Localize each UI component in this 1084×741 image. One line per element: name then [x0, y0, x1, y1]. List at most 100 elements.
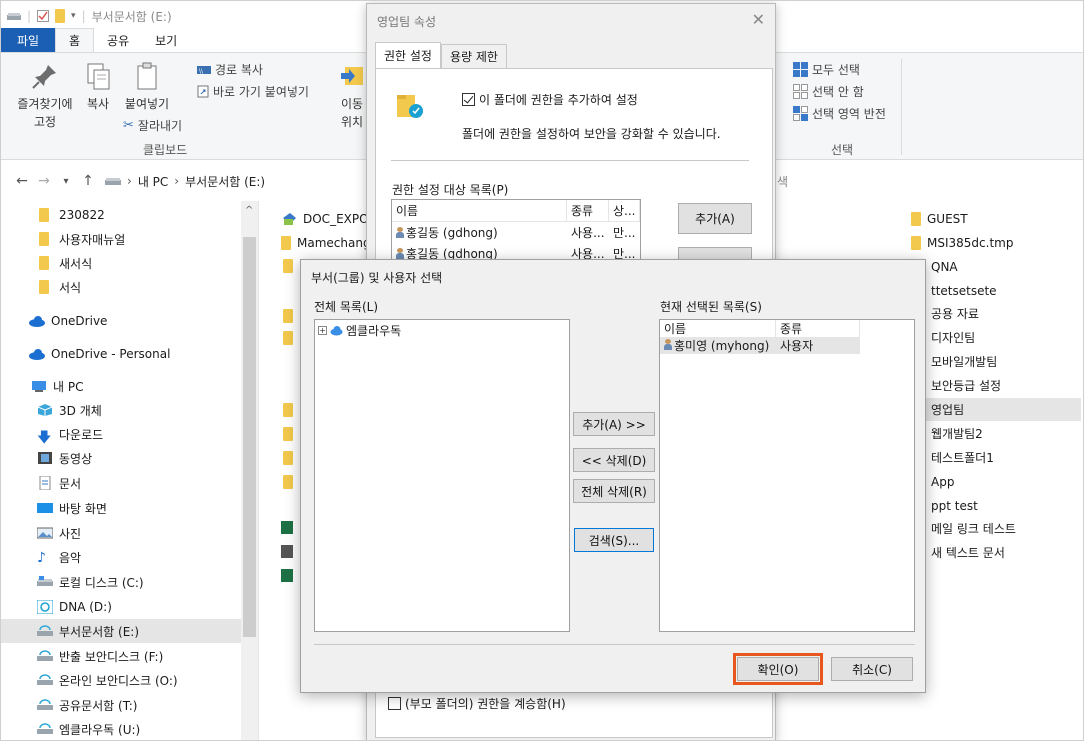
nav-scrollbar[interactable]: ^	[241, 201, 258, 740]
nav-item-online-disk-o[interactable]: 온라인 보안디스크 (O:)	[1, 668, 241, 692]
copy-button[interactable]: 복사	[81, 61, 115, 113]
network-drive-icon	[37, 650, 53, 661]
picture-icon	[37, 527, 53, 539]
invert-selection-button[interactable]: 선택 영역 반전	[793, 105, 886, 122]
add-to-selection-button[interactable]: 추가(A) >>	[573, 412, 655, 436]
add-permission-option[interactable]: 이 폴더에 권한을 추가하여 설정	[462, 91, 638, 108]
list-item-app[interactable]: App	[911, 470, 1081, 493]
nav-item-dna-d[interactable]: DNA (D:)	[1, 595, 241, 619]
paste-shortcut-button[interactable]: 바로 가기 붙여넣기	[197, 83, 309, 100]
nav-item-downloads[interactable]: 🡇 다운로드	[1, 422, 241, 447]
tab-permission[interactable]: 권한 설정	[375, 42, 441, 68]
tab-quota[interactable]: 용량 제한	[440, 44, 507, 68]
breadcrumb-my-pc[interactable]: 내 PC	[138, 173, 168, 190]
new-folder-icon[interactable]	[55, 9, 66, 23]
list-item-guest[interactable]: GUEST	[911, 207, 1081, 230]
nav-item-export-disk-f[interactable]: 반출 보안디스크 (F:)	[1, 644, 241, 668]
nav-item-pictures[interactable]: 사진	[1, 521, 241, 545]
list-item[interactable]: DOC_EXPOR	[281, 208, 377, 230]
list-item-ttetsetsete[interactable]: ttetsetsete	[911, 279, 1081, 302]
list-item-security-level[interactable]: 보안등급 설정	[911, 374, 1081, 397]
nav-item-mcloudoc-u[interactable]: 엠클라우독 (U:)	[1, 717, 241, 740]
back-arrow-icon[interactable]: ←	[11, 173, 33, 189]
pin-quick-access-button[interactable]: 즐겨찾기에 고정	[11, 61, 79, 131]
ok-button[interactable]: 확인(O)	[733, 653, 823, 685]
copy-path-button[interactable]: \\ 경로 복사	[197, 61, 263, 78]
cut-button[interactable]: ✂ 잘라내기	[123, 117, 182, 134]
column-name[interactable]: 이름	[392, 200, 567, 221]
selected-list[interactable]: 이름 종류 홍미영 (myhong) 사용자	[659, 319, 915, 632]
nav-item-music[interactable]: ♪ 음악	[1, 545, 241, 569]
nav-item-shared-docs-t[interactable]: 공유문서함 (T:)	[1, 693, 241, 717]
properties-check-icon[interactable]	[37, 10, 50, 22]
nav-item-onedrive[interactable]: OneDrive	[1, 309, 241, 333]
nav-scrollbar-thumb[interactable]	[243, 237, 256, 637]
all-list-tree[interactable]: + 엠클라우독	[314, 319, 570, 632]
nav-item-onedrive-personal[interactable]: OneDrive - Personal	[1, 342, 241, 366]
nav-item-my-pc[interactable]: 내 PC	[1, 374, 241, 398]
clipboard-icon	[137, 62, 157, 90]
list-item-web-team2[interactable]: 웹개발팀2	[911, 422, 1081, 445]
drive-icon	[105, 178, 121, 185]
list-item-mail-link-test[interactable]: 메일 링크 테스트	[911, 517, 1081, 540]
list-item-new-text-doc[interactable]: 새 텍스트 문서	[911, 541, 1081, 564]
nav-item-desktop[interactable]: 바탕 화면	[1, 496, 241, 520]
list-item-msi-tmp[interactable]: MSI385dc.tmp	[911, 231, 1081, 254]
tab-view[interactable]: 보기	[142, 28, 190, 52]
tree-expand-icon[interactable]: +	[318, 326, 327, 335]
list-item[interactable]: Mamechang	[281, 232, 371, 254]
tab-share[interactable]: 공유	[94, 28, 142, 52]
nav-item-documents[interactable]: 문서	[1, 471, 241, 495]
nav-item-manual[interactable]: 사용자매뉴얼	[1, 227, 241, 251]
list-item-sales-team[interactable]: 영업팀	[901, 398, 1081, 421]
breadcrumb-drive[interactable]: 부서문서함 (E:)	[185, 173, 265, 190]
list-item-mobile-team[interactable]: 모바일개발팀	[911, 350, 1081, 373]
move-to-button[interactable]: 이동 위치	[339, 61, 365, 131]
add-permission-checkbox[interactable]	[462, 93, 475, 106]
inherit-permission-option[interactable]: (부모 폴더의) 권한을 계승함(H)	[388, 695, 566, 712]
close-icon[interactable]: ✕	[752, 10, 765, 29]
column-type[interactable]: 종류	[567, 200, 609, 221]
nav-item-230822[interactable]: 230822	[1, 203, 241, 227]
separator	[391, 160, 749, 161]
nav-item-local-disk-c[interactable]: 로컬 디스크 (C:)	[1, 570, 241, 594]
remove-from-selection-button[interactable]: << 삭제(D)	[573, 448, 655, 472]
nav-item-dept-docs-e[interactable]: 부서문서함 (E:)	[1, 619, 241, 643]
list-item-ppt-test[interactable]: ppt test	[911, 494, 1081, 517]
select-dialog-title: 부서(그룹) 및 사용자 선택	[311, 271, 443, 285]
recent-dropdown-icon[interactable]: ▾	[55, 176, 77, 187]
table-row[interactable]: 홍길동 (gdhong) 사용... 만...	[392, 222, 640, 243]
inherit-permission-checkbox[interactable]	[388, 697, 401, 710]
nav-item-new-form[interactable]: 새서식	[1, 251, 241, 275]
breadcrumb[interactable]: › 내 PC › 부서문서함 (E:)	[105, 173, 265, 190]
select-group-label: 선택	[831, 143, 854, 157]
scroll-up-icon[interactable]: ^	[245, 205, 253, 216]
tab-file[interactable]: 파일	[1, 28, 55, 52]
cancel-button[interactable]: 취소(C)	[831, 657, 913, 681]
paste-button[interactable]: 붙여넣기	[119, 61, 175, 113]
search-button[interactable]: 검색(S)...	[574, 528, 654, 552]
up-arrow-icon[interactable]: ↑	[77, 173, 99, 189]
forward-arrow-icon[interactable]: →	[33, 173, 55, 189]
column-name[interactable]: 이름	[660, 320, 776, 337]
column-status[interactable]: 상...	[609, 200, 640, 221]
list-item-design-team[interactable]: 디자인팀	[911, 326, 1081, 349]
list-item-test-folder1[interactable]: 테스트폴더1	[911, 446, 1081, 469]
search-box-hint[interactable]: 색	[777, 173, 788, 190]
add-permission-button[interactable]: 추가(A)	[678, 203, 752, 234]
table-row[interactable]: 홍미영 (myhong) 사용자	[660, 337, 860, 354]
quick-access-dropdown-icon[interactable]: ▾	[71, 11, 76, 21]
nav-item-form[interactable]: 서식	[1, 275, 241, 299]
folder-icon	[39, 208, 49, 222]
list-item-qna[interactable]: QNA	[911, 255, 1081, 278]
column-type[interactable]: 종류	[776, 320, 860, 337]
tab-home[interactable]: 홈	[55, 28, 95, 52]
permission-description: 폴더에 권한을 설정하여 보안을 강화할 수 있습니다.	[462, 127, 721, 141]
list-item-shared-data[interactable]: 공용 자료	[911, 302, 1081, 325]
select-none-button[interactable]: 선택 안 함	[793, 83, 864, 100]
tree-root-node[interactable]: + 엠클라우독	[318, 322, 401, 339]
nav-item-3d[interactable]: 3D 개체	[1, 398, 241, 422]
nav-item-videos[interactable]: 동영상	[1, 446, 241, 470]
remove-all-button[interactable]: 전체 삭제(R)	[573, 479, 655, 503]
select-all-button[interactable]: 모두 선택	[793, 61, 860, 78]
